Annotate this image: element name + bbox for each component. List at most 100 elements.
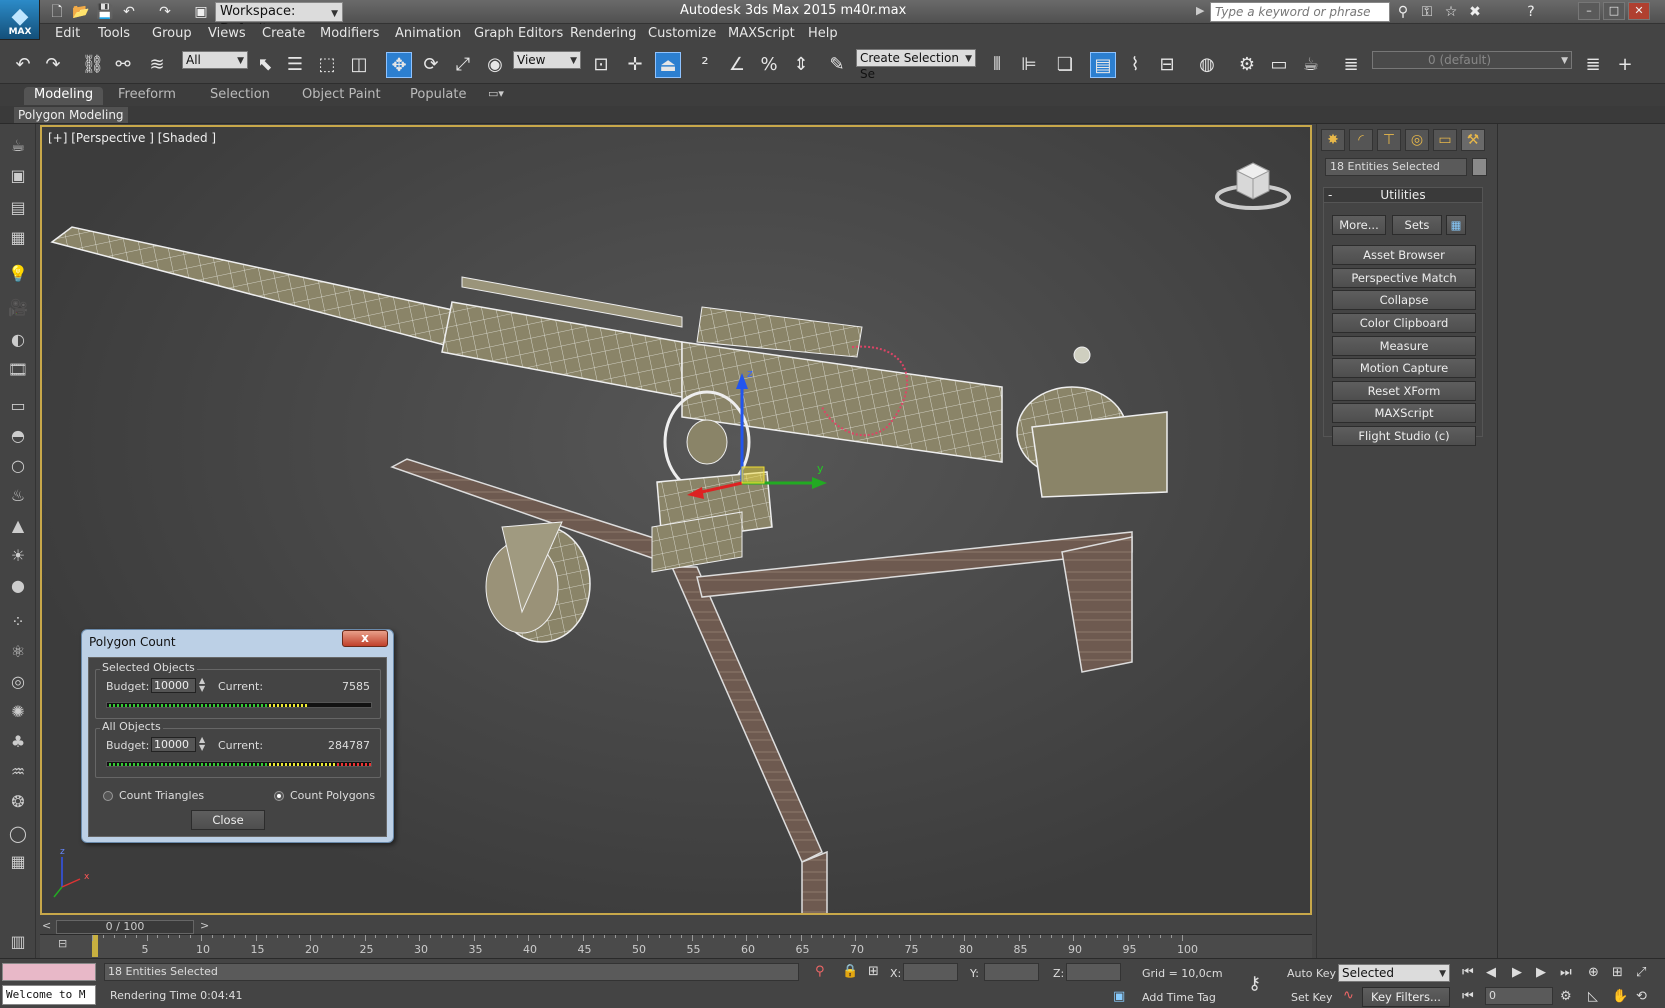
menu-tools[interactable]: Tools [98,26,130,41]
project-folder-icon[interactable]: ▣ [192,3,210,21]
undo-icon[interactable]: ↶ [120,3,138,21]
disc-icon[interactable]: ● [6,574,30,598]
utility-measure[interactable]: Measure [1332,336,1476,356]
utility-collapse[interactable]: Collapse [1332,290,1476,310]
go-to-end-icon[interactable]: ⏭ [1560,965,1572,980]
utilities-tab-icon[interactable]: ⚒ [1461,129,1485,151]
layer-dropdown[interactable]: 0 (default) ▼ [1372,51,1572,69]
favorites-star-icon[interactable]: ☆ [1442,3,1460,21]
tab-modeling[interactable]: Modeling [24,87,104,105]
menu-rendering[interactable]: Rendering [570,26,636,41]
motion-tab-icon[interactable]: ◎ [1405,129,1429,151]
scene-explorer-icon[interactable]: ▤ [1090,52,1116,78]
rectangular-selection-icon[interactable]: ⬚ [314,52,340,78]
menu-customize[interactable]: Customize [648,26,716,41]
key-mode-dropdown[interactable]: Selected ▼ [1338,964,1450,982]
panel-toggle-icon[interactable]: ▥ [6,930,30,954]
tab-populate[interactable]: Populate [400,87,477,105]
close-window-button[interactable]: ✕ [1628,2,1650,20]
search-input[interactable]: Type a keyword or phrase [1210,2,1390,22]
align-icon[interactable]: ⊫ [1016,52,1042,78]
render-setup-icon[interactable]: ⚙ [1234,52,1260,78]
utility-motion-capture[interactable]: Motion Capture [1332,358,1476,378]
unlink-icon[interactable]: ⚯ [110,52,136,78]
plane-icon[interactable]: ▭ [6,394,30,418]
workspace-dropdown[interactable]: Workspace: Default ▼ [215,2,343,37]
tab-selection[interactable]: Selection [200,87,280,105]
menu-maxscript[interactable]: MAXScript [728,26,795,41]
z-coord-field[interactable] [1066,963,1121,981]
time-next-icon[interactable]: > [200,919,209,932]
menu-create[interactable]: Create [262,26,305,41]
y-coord-field[interactable] [984,963,1039,981]
mini-curve-editor-icon[interactable]: ⊟ [58,937,72,951]
display-tab-icon[interactable]: ▭ [1433,129,1457,151]
select-object-icon[interactable]: ⬉ [252,52,278,78]
current-frame-field[interactable]: 0 [1485,987,1553,1005]
utility-color-clipboard[interactable]: Color Clipboard [1332,313,1476,333]
count-triangles-label[interactable]: Count Triangles [119,789,204,802]
sun-icon[interactable]: ☀ [6,544,30,568]
film-icon[interactable]: 🎞 [6,358,30,382]
snaps-toggle-icon[interactable]: ² [692,52,718,78]
utility-reset-xform[interactable]: Reset XForm [1332,381,1476,401]
angle-snap-icon[interactable]: ∠ [724,52,750,78]
all-budget-spinner-icon[interactable]: ▲ ▼ [199,736,205,752]
more-button[interactable]: More... [1332,215,1386,235]
object-color-swatch[interactable] [1472,158,1487,176]
layer-manager-icon[interactable]: ❏ [1052,52,1078,78]
play-icon[interactable]: ▶ [1512,965,1522,980]
sphere-icon[interactable]: ○ [6,454,30,478]
layer-settings-icon[interactable]: ≣ [1580,52,1606,78]
viewcube-icon[interactable] [1215,155,1291,213]
count-triangles-radio[interactable] [103,791,113,801]
undo-icon[interactable]: ↶ [10,52,36,78]
select-and-move-icon[interactable]: ✥ [386,52,412,78]
utility-asset-browser[interactable]: Asset Browser [1332,245,1476,265]
maxscript-mini-listener[interactable]: Welcome to M [2,985,96,1005]
teapot-outline-icon[interactable]: ♨ [6,484,30,508]
go-to-start-icon[interactable]: ⏮ [1462,965,1474,980]
light-bulb-icon[interactable]: 💡 [6,262,30,286]
help-icon[interactable]: ? [1522,3,1540,21]
selected-budget-input[interactable]: 10000 [151,678,196,693]
menu-group[interactable]: Group [152,26,192,41]
camera-icon[interactable]: 🎥 [6,296,30,320]
info-center-arrow-icon[interactable]: ▶ [1196,4,1204,17]
zoom-icon[interactable]: ⊕ [1588,965,1599,980]
configure-button-sets-icon[interactable]: ▦ [1446,215,1466,235]
menu-help[interactable]: Help [808,26,838,41]
pan-view-icon[interactable]: ✋ [1612,989,1628,1004]
redo-icon[interactable]: ↷ [156,3,174,21]
select-and-link-icon[interactable]: ⛓ [80,52,106,78]
cone-icon[interactable]: ▲ [6,514,30,538]
utility-maxscript[interactable]: MAXScript [1332,403,1476,423]
ribbon-options-icon[interactable]: ▭▾ [488,87,504,100]
grass-icon[interactable]: ♣ [6,730,30,754]
time-slider[interactable]: 0 / 100 [56,920,194,934]
menu-graph-editors[interactable]: Graph Editors [474,26,563,41]
layers-icon[interactable]: ≣ [1338,52,1364,78]
dialog-close-x-button[interactable]: x [342,630,388,647]
menu-modifiers[interactable]: Modifiers [320,26,379,41]
previous-frame-icon[interactable]: ◀ [1486,965,1496,980]
key-filters-button[interactable]: Key Filters... [1362,987,1450,1007]
exchange-icon[interactable]: ✖ [1466,3,1484,21]
mirror-icon[interactable]: ⫴ [984,52,1010,78]
manipulate-icon[interactable]: ✛ [622,52,648,78]
isolate-selection-icon[interactable]: ⚲ [815,964,825,979]
key-icon[interactable]: ⚿ [1418,3,1436,21]
keyboard-shortcut-override-icon[interactable]: ⏏ [655,52,681,78]
time-configuration-icon[interactable]: ⚙ [1560,989,1572,1004]
rendered-frame-window-icon[interactable]: ▭ [1266,52,1292,78]
half-sphere-icon[interactable]: ◐ [6,328,30,352]
tab-freeform[interactable]: Freeform [108,87,186,105]
select-by-name-icon[interactable]: ☰ [282,52,308,78]
render-icon[interactable]: ▣ [6,164,30,188]
maxscript-listener-field[interactable] [2,963,96,981]
render-production-icon[interactable]: ☕ [1298,52,1324,78]
molecule-icon[interactable]: ⚛ [6,640,30,664]
set-key-button[interactable]: Set Key [1291,991,1333,1004]
absolute-relative-icon[interactable]: ⊞ [868,964,879,979]
named-selection-sets-dropdown[interactable]: Create Selection Se ▼ [856,49,976,81]
